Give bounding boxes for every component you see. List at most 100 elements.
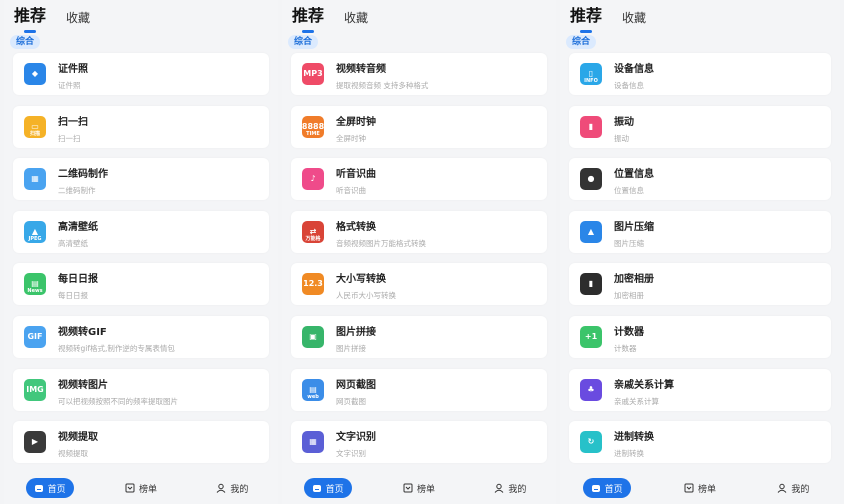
tool-card[interactable]: ▯ INFO 设备信息 设备信息 bbox=[569, 53, 831, 95]
tool-card[interactable]: ◆ 证件照 证件照 bbox=[13, 53, 269, 95]
nav-home[interactable]: 首页 bbox=[303, 478, 352, 498]
tool-title: 图片压缩 bbox=[614, 221, 654, 233]
tool-title: 文字识别 bbox=[336, 432, 376, 444]
daily-news-icon: ▤ News bbox=[24, 273, 46, 296]
home-icon bbox=[312, 483, 322, 493]
location-icon: ● bbox=[580, 168, 602, 191]
tab-recommend[interactable]: 推荐 bbox=[292, 2, 324, 33]
tool-text: 文字识别 文字识别 bbox=[336, 428, 539, 459]
tool-subtitle: 扫一扫 bbox=[58, 133, 81, 143]
nav-home[interactable]: 首页 bbox=[582, 478, 631, 498]
tool-subtitle: 亲戚关系计算 bbox=[614, 396, 659, 406]
tool-card[interactable]: ▦ 二维码制作 二维码制作 bbox=[13, 158, 269, 201]
tool-text: 位置信息 位置信息 bbox=[614, 165, 823, 196]
tool-title: 扫一扫 bbox=[58, 116, 88, 128]
screenshot-root: 推荐 收藏 综合 ◆ 证件照 证件照 ▭ 扫描 扫一扫 扫一扫 ▦ 二维码制作 二维码制作 ▲ JPEG 高清… bbox=[0, 0, 844, 504]
nav-rank[interactable]: 榜单 bbox=[117, 478, 165, 498]
nav-mine[interactable]: 我的 bbox=[208, 478, 256, 498]
tab-recommend[interactable]: 推荐 bbox=[570, 2, 602, 33]
tool-subtitle: 图片拼接 bbox=[336, 343, 366, 353]
nav-rank[interactable]: 榜单 bbox=[395, 478, 443, 498]
clock-icon: 8888 TIME bbox=[302, 115, 324, 138]
icon-glyph: ↻ bbox=[587, 437, 595, 447]
icon-glyph: ▲ bbox=[587, 226, 595, 236]
tool-card[interactable]: 8888 TIME 全屏时钟 全屏时钟 bbox=[291, 105, 547, 148]
bottom-nav: 首页 榜单 我的 bbox=[4, 476, 278, 500]
icon-caption: News bbox=[27, 288, 43, 295]
tool-card[interactable]: ▭ 扫描 扫一扫 扫一扫 bbox=[13, 105, 269, 148]
tool-card[interactable]: ▶ 视频提取 视频提取 bbox=[13, 421, 269, 464]
nav-rank[interactable]: 榜单 bbox=[676, 478, 724, 498]
nav-mine[interactable]: 我的 bbox=[769, 478, 817, 498]
image-stitch-icon: ▣ bbox=[302, 325, 324, 348]
tool-title: 加密相册 bbox=[614, 274, 654, 286]
tab-favorites[interactable]: 收藏 bbox=[344, 9, 368, 26]
tool-title: 振动 bbox=[614, 116, 634, 128]
tool-text: 图片拼接 图片拼接 bbox=[336, 323, 539, 354]
tool-subtitle: 设备信息 bbox=[614, 81, 644, 90]
tool-card[interactable]: ♣ 亲戚关系计算 亲戚关系计算 bbox=[569, 368, 831, 411]
nav-home[interactable]: 首页 bbox=[25, 478, 74, 498]
tool-list: ▯ INFO 设备信息 设备信息 ▮ 振动 振动 ● 位置信息 位置信息 ▲ 图片压缩 图片压缩 ▮ 加密相… bbox=[569, 53, 831, 474]
tool-card[interactable]: ♪ 听音识曲 听音识曲 bbox=[291, 158, 547, 201]
tool-card[interactable]: ▤ web 网页截图 网页截图 bbox=[291, 368, 547, 411]
icon-glyph: ▤ bbox=[31, 279, 39, 289]
tool-title: 大小写转换 bbox=[336, 274, 386, 286]
tool-text: 视频提取 视频提取 bbox=[58, 428, 261, 459]
nav-label: 我的 bbox=[230, 484, 249, 495]
nav-label: 榜单 bbox=[416, 484, 435, 495]
format-convert-icon: ⇄ 万能格 bbox=[302, 220, 324, 243]
tool-card[interactable]: ▲ 图片压缩 图片压缩 bbox=[569, 210, 831, 253]
tool-title: 听音识曲 bbox=[336, 169, 376, 181]
nav-label: 首页 bbox=[604, 484, 623, 495]
image-compress-icon: ▲ bbox=[580, 220, 602, 243]
tool-card[interactable]: ▤ News 每日日报 每日日报 bbox=[13, 263, 269, 306]
icon-glyph: GIF bbox=[27, 331, 43, 341]
base-convert-icon: ↻ bbox=[580, 431, 602, 454]
tool-card[interactable]: ● 位置信息 位置信息 bbox=[569, 158, 831, 201]
tool-card[interactable]: ▦ 文字识别 文字识别 bbox=[291, 421, 547, 464]
nav-label: 我的 bbox=[508, 484, 527, 495]
tab-recommend[interactable]: 推荐 bbox=[14, 2, 46, 33]
tool-card[interactable]: GIF 视频转GIF 视频转gif格式,制作逆的专属表情包 bbox=[13, 315, 269, 358]
tool-card[interactable]: ⇄ 万能格 格式转换 音频视频图片万能格式转换 bbox=[291, 210, 547, 253]
icon-glyph: 12.3 bbox=[303, 279, 323, 289]
mine-icon bbox=[494, 483, 504, 493]
category-chip[interactable]: 综合 bbox=[288, 35, 319, 49]
category-chip[interactable]: 综合 bbox=[10, 35, 41, 49]
icon-glyph: ♪ bbox=[310, 174, 316, 184]
tool-text: 听音识曲 听音识曲 bbox=[336, 165, 539, 196]
tool-card[interactable]: MP3 视频转音频 提取视频音频 支持多种格式 bbox=[291, 53, 547, 95]
tool-card[interactable]: IMG 视频转图片 可以把视频按照不同的频率提取图片 bbox=[13, 368, 269, 411]
icon-glyph: MP3 bbox=[303, 69, 323, 78]
vibrate-icon: ▮ bbox=[580, 115, 602, 138]
tool-title: 高清壁纸 bbox=[58, 221, 98, 233]
tool-card[interactable]: 12.3 大小写转换 人民币大小写转换 bbox=[291, 263, 547, 306]
tool-title: 视频提取 bbox=[58, 432, 98, 444]
icon-glyph: ▦ bbox=[309, 437, 317, 447]
rank-icon bbox=[684, 483, 694, 493]
tool-title: 图片拼接 bbox=[336, 326, 376, 338]
tool-list: MP3 视频转音频 提取视频音频 支持多种格式 8888 TIME 全屏时钟 全屏时钟 ♪ 听音… bbox=[291, 53, 547, 474]
tool-title: 网页截图 bbox=[336, 379, 376, 391]
tool-card[interactable]: ↻ 进制转换 进制转换 bbox=[569, 421, 831, 464]
tool-card[interactable]: ▮ 振动 振动 bbox=[569, 105, 831, 148]
nav-mine[interactable]: 我的 bbox=[486, 478, 534, 498]
tool-text: 证件照 证件照 bbox=[58, 60, 261, 91]
rank-icon bbox=[125, 483, 135, 493]
tool-subtitle: 加密相册 bbox=[614, 291, 644, 301]
tool-card[interactable]: +1 计数器 计数器 bbox=[569, 315, 831, 358]
tool-text: 每日日报 每日日报 bbox=[58, 270, 261, 301]
tool-card[interactable]: ▮ 加密相册 加密相册 bbox=[569, 263, 831, 306]
device-info-icon: ▯ INFO bbox=[580, 63, 602, 85]
tool-card[interactable]: ▲ JPEG 高清壁纸 高清壁纸 bbox=[13, 210, 269, 253]
tool-text: 进制转换 进制转换 bbox=[614, 428, 823, 459]
tab-favorites[interactable]: 收藏 bbox=[622, 9, 646, 26]
category-chip[interactable]: 综合 bbox=[566, 35, 597, 49]
icon-glyph: 8888 bbox=[302, 121, 324, 131]
tool-title: 视频转音频 bbox=[336, 64, 386, 75]
tool-card[interactable]: ▣ 图片拼接 图片拼接 bbox=[291, 315, 547, 358]
tab-favorites[interactable]: 收藏 bbox=[66, 9, 90, 26]
app-panel: 推荐 收藏 综合 ◆ 证件照 证件照 ▭ 扫描 扫一扫 扫一扫 ▦ 二维码制作 二维码制作 ▲ JPEG 高清… bbox=[4, 0, 278, 504]
icon-glyph: ▯ bbox=[588, 69, 594, 78]
